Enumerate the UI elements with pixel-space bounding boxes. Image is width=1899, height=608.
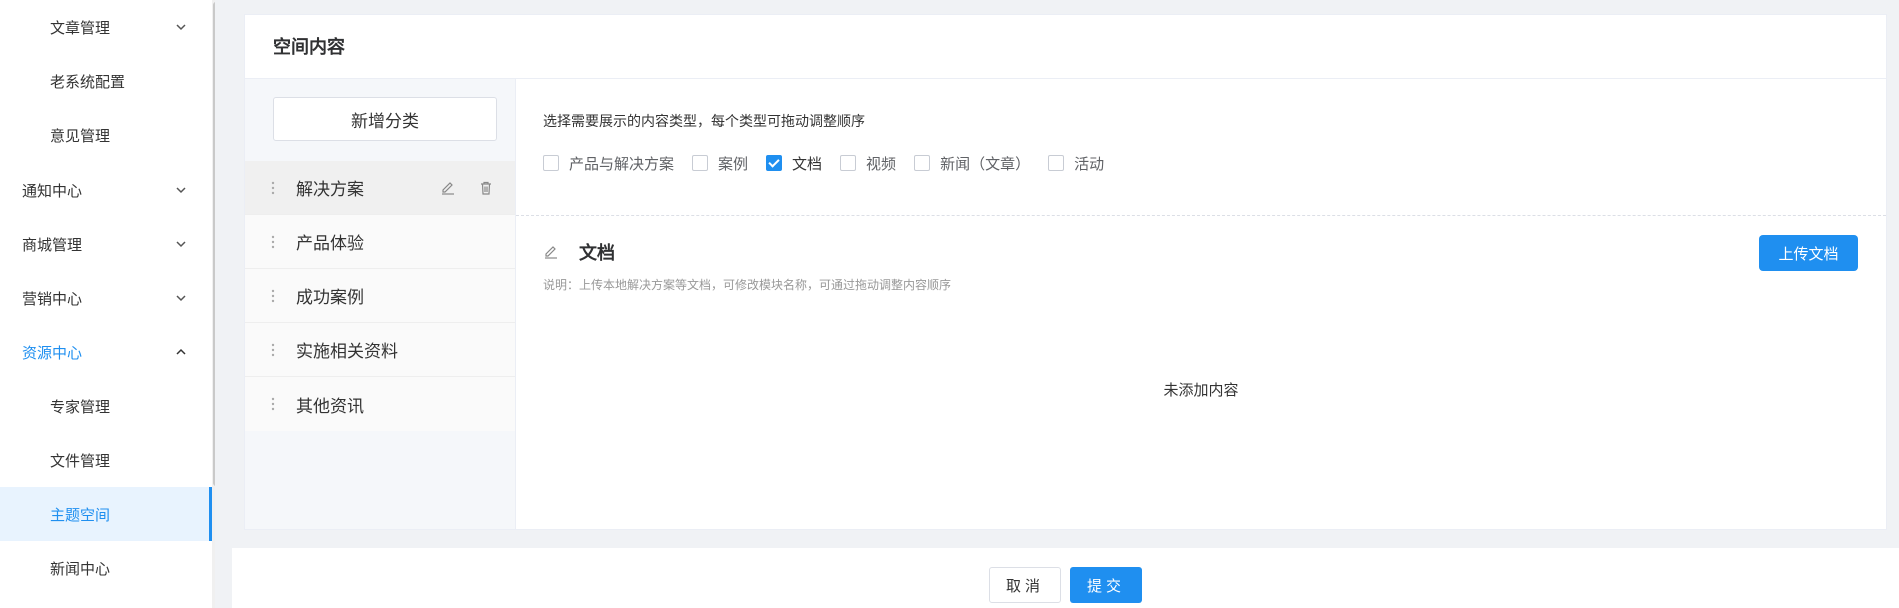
content-type-events[interactable]: 活动 <box>1048 153 1104 174</box>
panel-title: 空间内容 <box>273 37 345 58</box>
drag-handle-icon[interactable] <box>271 397 275 411</box>
content-type-documents[interactable]: 文档 <box>766 153 822 174</box>
chevron-down-icon <box>174 183 188 197</box>
content-type-news[interactable]: 新闻（文章） <box>914 153 1030 174</box>
content-type-videos[interactable]: 视频 <box>840 153 896 174</box>
sidebar-scrollbar[interactable] <box>213 2 215 486</box>
menu-item-label: 意见管理 <box>50 126 111 145</box>
checkbox[interactable] <box>692 155 709 171</box>
add-category-button[interactable]: 新增分类 <box>273 97 497 141</box>
content-type-label: 产品与解决方案 <box>569 154 675 173</box>
category-label: 解决方案 <box>296 180 364 200</box>
section-description: 说明：上传本地解决方案等文档，可修改模块名称，可通过拖动调整内容顺序 <box>543 278 952 292</box>
checkbox[interactable] <box>1048 155 1065 171</box>
category-content-area: 选择需要展示的内容类型，每个类型可拖动调整顺序 产品与解决方案 案例 文档 视频… <box>516 79 1886 529</box>
document-section-header: 文档 <box>543 239 615 265</box>
content-type-label: 活动 <box>1074 154 1105 173</box>
content-type-hint: 选择需要展示的内容类型，每个类型可拖动调整顺序 <box>543 114 865 130</box>
category-label: 产品体验 <box>296 234 364 254</box>
section-title: 文档 <box>579 243 615 264</box>
menu-item-theme-space[interactable]: 主题空间 <box>0 487 212 541</box>
edit-icon[interactable] <box>440 180 456 196</box>
drag-handle-icon[interactable] <box>271 181 275 195</box>
menu-item-label: 专家管理 <box>50 397 111 416</box>
category-item-product-experience[interactable]: 产品体验 <box>245 215 515 269</box>
submit-button[interactable]: 提交 <box>1070 567 1142 603</box>
menu-item-file-management[interactable]: 文件管理 <box>0 433 212 487</box>
content-type-label: 视频 <box>866 154 897 173</box>
menu-item-label: 营销中心 <box>22 289 83 308</box>
menu-item-label: 资源中心 <box>22 343 83 362</box>
menu-item-legacy-config[interactable]: 老系统配置 <box>0 54 212 108</box>
cancel-button[interactable]: 取消 <box>989 567 1061 603</box>
chevron-down-icon <box>174 291 188 305</box>
drag-handle-icon[interactable] <box>271 235 275 249</box>
menu-item-mall-management[interactable]: 商城管理 <box>0 217 212 271</box>
menu-item-label: 文章管理 <box>50 18 111 37</box>
category-list: 新增分类 解决方案 产品体验 成功案例 实施相关资料 其他资讯 <box>245 79 516 529</box>
chevron-down-icon <box>174 237 188 251</box>
checkbox[interactable] <box>914 155 931 171</box>
menu-item-resource-center[interactable]: 资源中心 <box>0 325 212 379</box>
content-type-label: 文档 <box>792 154 823 173</box>
sidebar: 文章管理 老系统配置 意见管理 通知中心 商城管理 营销中心 资源中心 专家管理 <box>0 0 215 608</box>
menu-item-expert-management[interactable]: 专家管理 <box>0 379 212 433</box>
empty-state-text: 未添加内容 <box>1163 381 1239 399</box>
category-item-other-news[interactable]: 其他资讯 <box>245 377 515 431</box>
section-divider <box>516 215 1886 216</box>
content-type-products-solutions[interactable]: 产品与解决方案 <box>543 153 674 174</box>
menu-item-article-management[interactable]: 文章管理 <box>0 0 212 54</box>
content-type-label: 新闻（文章） <box>940 154 1031 173</box>
category-item-implementation-docs[interactable]: 实施相关资料 <box>245 323 515 377</box>
category-item-solutions[interactable]: 解决方案 <box>245 161 515 215</box>
drag-handle-icon[interactable] <box>271 289 275 303</box>
menu-item-marketing-center[interactable]: 营销中心 <box>0 271 212 325</box>
edit-icon[interactable] <box>543 244 559 260</box>
content-type-cases[interactable]: 案例 <box>692 153 748 174</box>
content-type-options: 产品与解决方案 案例 文档 视频 新闻（文章） 活动 <box>543 153 1122 173</box>
checkbox-checked[interactable] <box>766 155 783 171</box>
menu-item-news-center[interactable]: 新闻中心 <box>0 541 212 595</box>
menu-item-feedback[interactable]: 意见管理 <box>0 108 212 162</box>
category-item-success-cases[interactable]: 成功案例 <box>245 269 515 323</box>
menu-item-label: 主题空间 <box>50 505 111 524</box>
checkbox[interactable] <box>543 155 559 171</box>
category-label: 其他资讯 <box>296 396 364 417</box>
checkbox[interactable] <box>840 155 857 171</box>
menu-item-label: 文件管理 <box>50 451 111 470</box>
menu-item-label: 通知中心 <box>22 181 83 200</box>
delete-icon[interactable] <box>478 180 494 196</box>
space-content-panel: 空间内容 新增分类 解决方案 产品体验 成功案例 实施相关资料 其他资讯 选择需… <box>244 14 1887 530</box>
footer-bar <box>232 548 1899 608</box>
chevron-down-icon <box>174 20 188 34</box>
drag-handle-icon[interactable] <box>271 343 275 357</box>
category-label: 实施相关资料 <box>296 342 398 362</box>
category-label: 成功案例 <box>296 288 364 308</box>
content-type-label: 案例 <box>718 154 749 173</box>
menu-item-label: 老系统配置 <box>50 72 126 91</box>
menu-item-label: 商城管理 <box>22 235 83 254</box>
menu-item-label: 新闻中心 <box>50 559 111 578</box>
upload-document-button[interactable]: 上传文档 <box>1759 235 1858 271</box>
chevron-up-icon <box>174 345 188 359</box>
menu-item-notification-center[interactable]: 通知中心 <box>0 163 212 217</box>
